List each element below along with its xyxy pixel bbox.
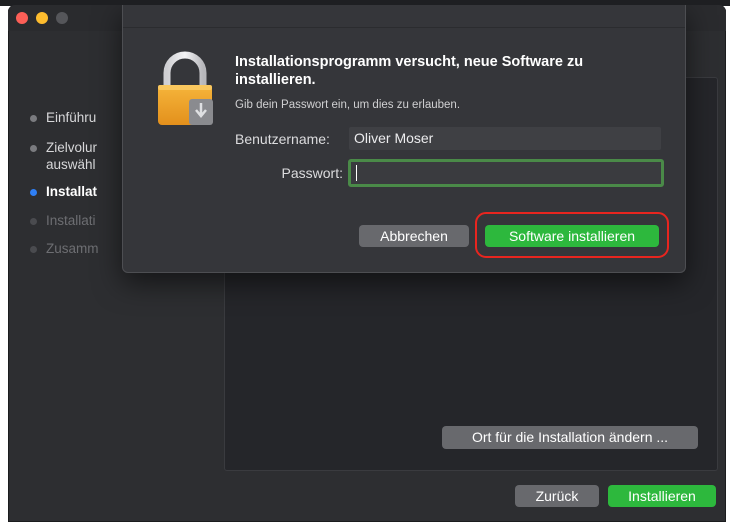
step-bullet-icon <box>30 145 37 152</box>
cancel-button[interactable]: Abbrechen <box>359 225 469 247</box>
sidebar-step-label: Installat <box>46 184 98 199</box>
installer-window: Einführu Zielvolur auswähl Installat Ins… <box>8 5 726 522</box>
install-button[interactable]: Installieren <box>608 485 716 507</box>
dialog-subtitle: Gib dein Passwort ein, um dies zu erlaub… <box>235 99 461 111</box>
dialog-title: Installationsprogramm versucht, neue Sof… <box>235 54 584 88</box>
step-bullet-icon <box>30 115 37 122</box>
sidebar-step-label: Zielvolur auswähl <box>46 140 98 172</box>
step-bullet-icon <box>30 189 37 196</box>
password-field[interactable] <box>348 159 664 187</box>
step-bullet-icon <box>30 218 37 225</box>
change-install-location-button[interactable]: Ort für die Installation ändern ... <box>442 426 698 449</box>
close-window-button[interactable] <box>16 12 28 24</box>
step-bullet-icon <box>30 246 37 253</box>
password-label: Passwort: <box>281 165 343 181</box>
back-button[interactable]: Zurück <box>515 485 599 507</box>
minimize-window-button[interactable] <box>36 12 48 24</box>
lock-icon <box>158 51 213 125</box>
text-caret <box>356 165 357 181</box>
dialog-top-divider <box>123 5 685 28</box>
sidebar-step-label: Installati <box>46 213 96 228</box>
username-field[interactable]: Oliver Moser <box>349 127 661 150</box>
authentication-dialog: Installationsprogramm versucht, neue Sof… <box>122 5 686 273</box>
username-label: Benutzername: <box>235 131 330 147</box>
sidebar-step-label: Einführu <box>46 110 97 125</box>
install-software-button[interactable]: Software installieren <box>485 225 659 247</box>
sidebar-step-label: Zusamm <box>46 241 99 256</box>
zoom-window-button[interactable] <box>56 12 68 24</box>
